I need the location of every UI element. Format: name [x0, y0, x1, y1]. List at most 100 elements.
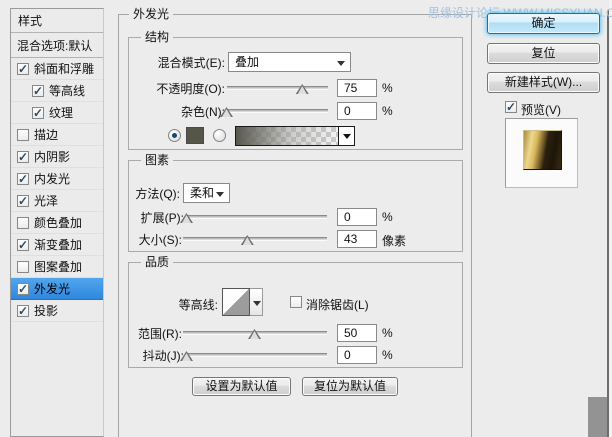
opacity-unit: %	[382, 81, 393, 95]
sidebar-item-label: 斜面和浮雕	[34, 60, 94, 77]
jitter-label: 抖动(J):	[130, 347, 184, 364]
style-preview-thumbnail	[523, 130, 562, 170]
sidebar-item-stroke[interactable]: 描边	[11, 124, 103, 146]
spread-unit: %	[382, 210, 393, 224]
sidebar-item-label: 描边	[34, 126, 58, 143]
set-default-button[interactable]: 设置为默认值	[192, 377, 291, 396]
ok-button[interactable]: 确定	[487, 13, 600, 34]
size-slider-thumb[interactable]	[241, 235, 254, 245]
color-radio[interactable]	[168, 129, 181, 142]
unchecked-checkbox-icon[interactable]	[17, 261, 29, 273]
gradient-radio[interactable]	[213, 129, 226, 142]
sidebar-item-label: 等高线	[49, 82, 85, 99]
jitter-unit: %	[382, 348, 393, 362]
new-style-button[interactable]: 新建样式(W)...	[487, 72, 600, 93]
sidebar-item-contour[interactable]: 等高线	[11, 80, 103, 102]
reset-button[interactable]: 复位	[487, 43, 600, 64]
sidebar-item-blending-options[interactable]: 混合选项:默认	[11, 33, 103, 58]
sidebar-item-color-overlay[interactable]: 颜色叠加	[11, 212, 103, 234]
preview-checkbox[interactable]	[505, 101, 517, 113]
noise-label: 杂色(N):	[130, 103, 225, 120]
styles-header: 样式	[11, 9, 103, 33]
blend-mode-select[interactable]: 叠加	[228, 52, 351, 72]
sidebar-item-label: 图案叠加	[34, 258, 82, 275]
checked-checkbox-icon[interactable]	[32, 85, 44, 97]
antialias-checkbox[interactable]	[290, 296, 302, 308]
styles-header-label: 样式	[18, 12, 42, 29]
contour-label: 等高线:	[130, 296, 218, 313]
screen-edge-line	[607, 10, 609, 437]
chevron-down-icon	[216, 192, 224, 197]
sidebar-item-inner-glow[interactable]: 内发光	[11, 168, 103, 190]
spread-slider[interactable]	[187, 215, 327, 219]
opacity-input[interactable]: 75	[337, 79, 377, 97]
blend-mode-value: 叠加	[235, 55, 259, 69]
sidebar-item-gradient-overlay[interactable]: 渐变叠加	[11, 234, 103, 256]
sidebar-item-outer-glow[interactable]: 外发光	[11, 278, 103, 300]
spread-input[interactable]: 0	[337, 208, 377, 226]
noise-input[interactable]: 0	[337, 102, 377, 120]
sidebar-item-label: 外发光	[34, 280, 70, 297]
contour-picker-arrow[interactable]	[250, 288, 263, 316]
gradient-picker[interactable]	[235, 126, 355, 146]
checked-checkbox-icon[interactable]	[17, 173, 29, 185]
elements-group-title: 图素	[141, 153, 173, 167]
layer-style-dialog: 思缘设计论坛 WWW.MISSYUAN.COM 样式 混合选项:默认 斜面和浮雕…	[0, 0, 612, 437]
glow-color-swatch[interactable]	[186, 127, 204, 144]
spread-label: 扩展(P):	[130, 209, 184, 226]
size-slider[interactable]	[183, 237, 327, 241]
opacity-label: 不透明度(O):	[130, 80, 225, 97]
checked-checkbox-icon[interactable]	[17, 239, 29, 251]
quality-group-title: 品质	[141, 255, 173, 269]
range-unit: %	[382, 326, 393, 340]
sidebar-item-label: 光泽	[34, 192, 58, 209]
checked-checkbox-icon[interactable]	[32, 107, 44, 119]
chevron-down-icon	[337, 61, 345, 66]
opacity-slider[interactable]	[227, 86, 328, 90]
sidebar-item-inner-shadow[interactable]: 内阴影	[11, 146, 103, 168]
range-input[interactable]: 50	[337, 324, 377, 342]
technique-label: 方法(Q):	[130, 185, 180, 202]
preview-label: 预览(V)	[521, 101, 561, 118]
structure-group-title: 结构	[141, 30, 173, 44]
noise-unit: %	[382, 104, 393, 118]
sidebar-item-texture[interactable]: 纹理	[11, 102, 103, 124]
reset-default-button[interactable]: 复位为默认值	[302, 377, 398, 396]
checked-checkbox-icon[interactable]	[17, 305, 29, 317]
styles-list: 样式 混合选项:默认 斜面和浮雕等高线纹理描边内阴影内发光光泽颜色叠加渐变叠加图…	[10, 8, 104, 437]
technique-value: 柔和	[190, 186, 214, 200]
checked-checkbox-icon[interactable]	[17, 151, 29, 163]
technique-select[interactable]: 柔和	[183, 183, 230, 203]
opacity-slider-thumb[interactable]	[296, 84, 309, 94]
sidebar-item-label: 内发光	[34, 170, 70, 187]
checked-checkbox-icon[interactable]	[17, 283, 29, 295]
jitter-slider[interactable]	[187, 353, 327, 357]
sidebar-item-label: 纹理	[49, 104, 73, 121]
jitter-input[interactable]: 0	[337, 346, 377, 364]
antialias-label: 消除锯齿(L)	[306, 296, 369, 313]
sidebar-item-pattern-overlay[interactable]: 图案叠加	[11, 256, 103, 278]
blending-options-label: 混合选项:默认	[17, 37, 92, 54]
range-slider[interactable]	[183, 331, 327, 335]
size-unit: 像素	[382, 232, 406, 249]
gradient-preview-icon	[236, 127, 338, 145]
blend-mode-label: 混合模式(E):	[130, 54, 225, 71]
screen-edge-corner	[588, 397, 607, 437]
noise-slider[interactable]	[227, 109, 328, 113]
chevron-down-icon[interactable]	[338, 127, 354, 145]
sidebar-item-bevel-and-emboss[interactable]: 斜面和浮雕	[11, 58, 103, 80]
size-input[interactable]: 43	[337, 230, 377, 248]
contour-preview-icon[interactable]	[222, 288, 250, 316]
checked-checkbox-icon[interactable]	[17, 195, 29, 207]
sidebar-item-label: 颜色叠加	[34, 214, 82, 231]
sidebar-item-label: 渐变叠加	[34, 236, 82, 253]
sidebar-item-drop-shadow[interactable]: 投影	[11, 300, 103, 322]
unchecked-checkbox-icon[interactable]	[17, 217, 29, 229]
sidebar-item-label: 投影	[34, 302, 58, 319]
range-slider-thumb[interactable]	[248, 329, 261, 339]
panel-title: 外发光	[129, 7, 173, 21]
sidebar-item-satin[interactable]: 光泽	[11, 190, 103, 212]
size-label: 大小(S):	[130, 231, 182, 248]
unchecked-checkbox-icon[interactable]	[17, 129, 29, 141]
checked-checkbox-icon[interactable]	[17, 63, 29, 75]
